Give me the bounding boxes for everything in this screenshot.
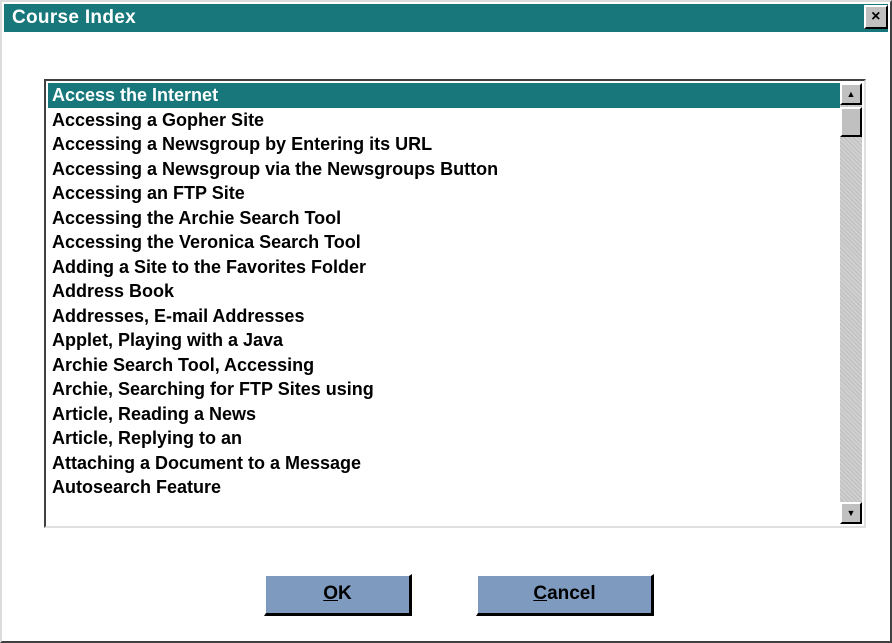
vertical-scrollbar[interactable]: ▲ ▼ <box>840 83 862 524</box>
list-item[interactable]: Archie Search Tool, Accessing <box>48 353 840 378</box>
ok-label-rest: K <box>338 583 352 604</box>
list-items: Access the Internet Accessing a Gopher Si… <box>48 83 840 524</box>
scroll-up-button[interactable]: ▲ <box>840 83 862 105</box>
list-item[interactable]: Access the Internet <box>48 83 840 108</box>
list-item[interactable]: Address Book <box>48 279 840 304</box>
scroll-up-arrow-icon: ▲ <box>846 89 856 99</box>
cancel-label-rest: ancel <box>547 583 596 604</box>
list-item[interactable]: Accessing the Veronica Search Tool <box>48 230 840 255</box>
list-item[interactable]: Archie, Searching for FTP Sites using <box>48 377 840 402</box>
list-item[interactable]: Addresses, E-mail Addresses <box>48 304 840 329</box>
cancel-button[interactable]: Cancel <box>476 574 654 616</box>
course-index-listbox[interactable]: Access the Internet Accessing a Gopher Si… <box>44 79 866 528</box>
scroll-down-button[interactable]: ▼ <box>840 502 862 524</box>
scroll-thumb[interactable] <box>840 107 862 137</box>
ok-button[interactable]: OK <box>264 574 412 616</box>
window-title: Course Index <box>12 7 136 28</box>
close-icon: × <box>871 8 881 25</box>
list-item[interactable]: Article, Reading a News <box>48 402 840 427</box>
list-item[interactable]: Article, Replying to an <box>48 426 840 451</box>
close-button[interactable]: × <box>864 5 888 29</box>
cancel-mnemonic: C <box>533 583 548 604</box>
list-item[interactable]: Autosearch Feature <box>48 475 840 500</box>
list-item[interactable]: Attaching a Document to a Message <box>48 451 840 476</box>
scroll-down-arrow-icon: ▼ <box>846 508 856 518</box>
course-index-dialog: Course Index × Access the Internet Access… <box>0 0 892 643</box>
list-item[interactable]: Adding a Site to the Favorites Folder <box>48 255 840 280</box>
list-item[interactable]: Applet, Playing with a Java <box>48 328 840 353</box>
list-item[interactable]: Accessing the Archie Search Tool <box>48 206 840 231</box>
ok-mnemonic: O <box>323 583 339 604</box>
list-item[interactable]: Accessing a Newsgroup via the Newsgroups… <box>48 157 840 182</box>
list-item[interactable]: Accessing an FTP Site <box>48 181 840 206</box>
title-bar: Course Index × <box>4 4 888 32</box>
list-item[interactable]: Accessing a Gopher Site <box>48 108 840 133</box>
list-item[interactable]: Accessing a Newsgroup by Entering its UR… <box>48 132 840 157</box>
